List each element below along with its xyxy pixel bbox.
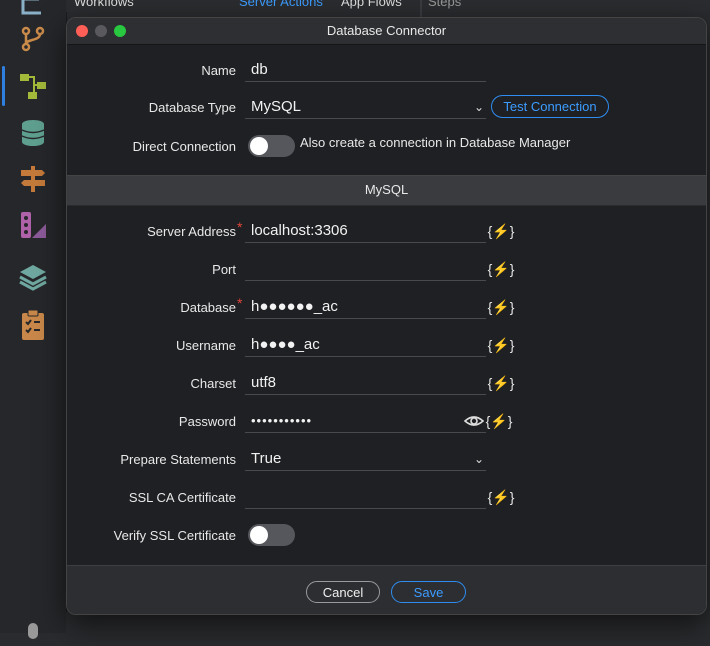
ssl-ca-label: SSL CA Certificate [128,490,236,505]
sidebar-item-layers-icon[interactable] [16,260,50,294]
direct-connection-row: Direct Connection Also create a connecti… [67,133,706,163]
server-address-input[interactable]: localhost:3306 [245,219,486,243]
bg-tab-app-flows: App Flows [341,0,402,9]
eye-icon[interactable] [463,410,485,432]
required-marker: * [237,219,243,235]
bg-tab-server-actions: Server Actions [239,0,323,9]
section-title: MySQL [364,182,409,197]
verify-ssl-label: Verify SSL Certificate [113,528,236,543]
database-label: Database [180,300,236,315]
password-label: Password [178,414,236,429]
dynamic-data-icon[interactable]: {⚡} [486,410,513,432]
sidebar-item-tasks-icon[interactable] [16,308,50,342]
sidebar-item-routing-icon[interactable] [16,162,50,196]
prepare-statements-select[interactable]: True ⌄ [245,447,486,471]
charset-input[interactable]: utf8 [245,371,486,395]
direct-connection-description: Also create a connection in Database Man… [300,135,571,150]
sidebar-mouse-icon [16,612,50,646]
bg-tab-steps: Steps [428,0,462,9]
background-bottom [66,612,710,633]
cancel-button[interactable]: Cancel [306,581,380,603]
name-row: Name db [67,56,706,86]
direct-connection-toggle[interactable] [248,135,295,157]
username-label: Username [176,338,236,353]
bg-tab-workflows: Workflows [74,0,134,9]
server-address-row: Server Address * localhost:3306 {⚡} [67,217,706,247]
charset-row: Charset utf8 {⚡} [67,369,706,399]
port-row: Port {⚡} [67,255,706,285]
ssl-ca-input[interactable] [245,485,486,509]
server-address-label: Server Address [147,224,236,239]
dynamic-data-icon[interactable]: {⚡} [488,296,515,318]
prepare-statements-label: Prepare Statements [120,452,236,467]
database-input[interactable]: h●●●●●●_ac [245,295,486,319]
toggle-knob [250,137,268,155]
database-type-select[interactable]: MySQL ⌄ [245,95,486,119]
database-type-label: Database Type [148,100,236,115]
password-row: Password ••••••••••• {⚡} [67,407,706,437]
sidebar-item-git-branch-icon[interactable] [16,22,50,56]
database-type-value: MySQL [251,98,302,115]
ssl-ca-row: SSL CA Certificate {⚡} [67,483,706,513]
sidebar-item-pages-icon[interactable] [16,0,50,20]
sidebar-item-workflows-icon[interactable] [16,69,50,103]
username-row: Username h●●●●_ac {⚡} [67,331,706,361]
database-row: Database * h●●●●●●_ac {⚡} [67,293,706,323]
background-tabs: Workflows Server Actions App Flows Steps [66,0,710,12]
chevron-down-icon: ⌄ [473,100,484,114]
mysql-section-header: MySQL [67,175,706,206]
toggle-knob [250,526,268,544]
prepare-statements-row: Prepare Statements True ⌄ [67,445,706,475]
password-input[interactable]: ••••••••••• [245,409,486,433]
direct-connection-label: Direct Connection [132,139,236,154]
sidebar-active-indicator [2,66,5,106]
dynamic-data-icon[interactable]: {⚡} [488,372,515,394]
port-label: Port [212,262,236,277]
verify-ssl-row: Verify SSL Certificate [67,522,706,552]
name-label: Name [201,63,236,78]
chevron-down-icon: ⌄ [473,452,484,466]
required-marker: * [237,295,243,311]
sidebar-item-design-icon[interactable] [16,208,50,242]
dynamic-data-icon[interactable]: {⚡} [488,334,515,356]
charset-label: Charset [190,376,236,391]
dynamic-data-icon[interactable]: {⚡} [488,258,515,280]
database-type-row: Database Type MySQL ⌄ Test Connection [67,93,706,123]
test-connection-button[interactable]: Test Connection [491,95,609,118]
dynamic-data-icon[interactable]: {⚡} [488,220,515,242]
dialog-titlebar: Database Connector [67,18,706,45]
sidebar-item-database-icon[interactable] [16,116,50,150]
dynamic-data-icon[interactable]: {⚡} [488,486,515,508]
port-input[interactable] [245,257,486,281]
dialog-title: Database Connector [326,23,447,38]
save-button[interactable]: Save [391,581,466,603]
dialog-footer: Cancel Save [67,565,706,614]
username-input[interactable]: h●●●●_ac [245,333,486,357]
prepare-statements-value: True [251,450,282,467]
database-connector-dialog: Database Connector Name db Database Type… [66,17,707,615]
verify-ssl-toggle[interactable] [248,524,295,546]
app-sidebar [0,0,67,639]
name-input[interactable]: db [245,58,486,82]
